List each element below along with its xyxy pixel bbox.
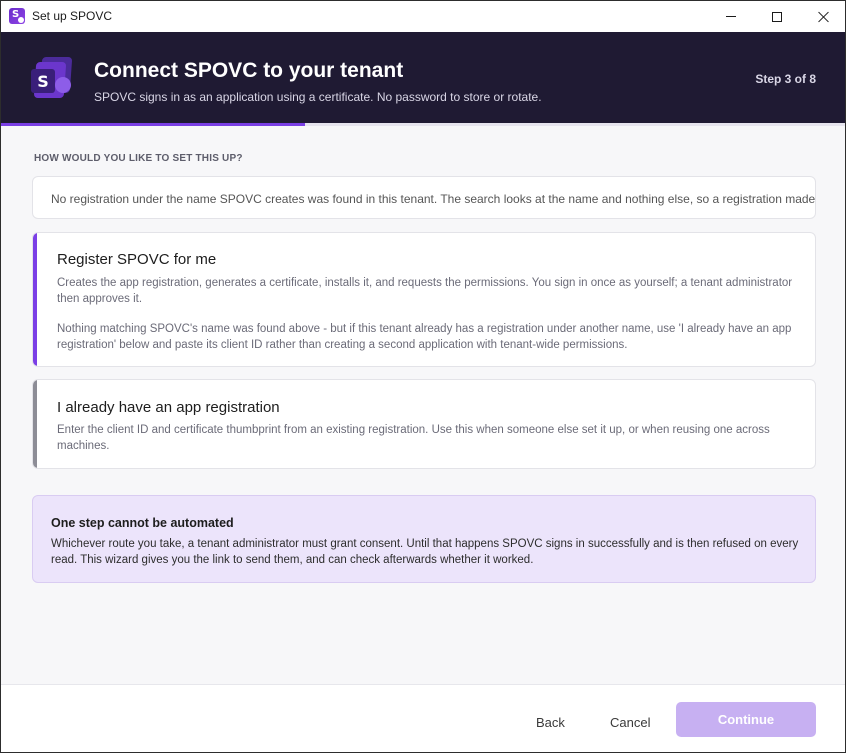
back-button[interactable]: Back	[536, 715, 565, 730]
option-note: Nothing matching SPOVC's name was found …	[57, 323, 792, 351]
search-result-text: No registration under the name SPOVC cre…	[51, 192, 816, 206]
app-icon: S	[9, 8, 25, 24]
close-icon	[818, 11, 829, 22]
page-title: Connect SPOVC to your tenant	[94, 59, 404, 82]
setup-wizard-window: S Set up SPOVC S Connect SPOVC to your t…	[0, 0, 846, 753]
option-title: I already have an app registration	[57, 399, 280, 416]
notice-body: Whichever route you take, a tenant admin…	[51, 538, 799, 566]
cancel-button[interactable]: Cancel	[610, 715, 650, 730]
title-bar: S Set up SPOVC	[1, 1, 845, 32]
close-button[interactable]	[800, 1, 845, 32]
wizard-header: S Connect SPOVC to your tenant SPOVC sig…	[1, 32, 845, 125]
option-existing-registration[interactable]: I already have an app registration Enter…	[32, 379, 816, 469]
section-label: HOW WOULD YOU LIKE TO SET THIS UP?	[34, 153, 243, 164]
option-description: Enter the client ID and certificate thum…	[57, 424, 770, 452]
wizard-footer: Back Cancel Continue	[1, 684, 845, 752]
maximize-button[interactable]	[754, 1, 800, 32]
continue-button[interactable]: Continue	[676, 702, 816, 737]
search-result-box: No registration under the name SPOVC cre…	[32, 176, 816, 219]
window-title: Set up SPOVC	[32, 9, 113, 23]
option-accent	[33, 380, 37, 468]
step-indicator: Step 3 of 8	[755, 72, 816, 86]
maximize-icon	[772, 11, 782, 22]
progress-bar	[1, 123, 845, 126]
notice-title: One step cannot be automated	[51, 516, 234, 530]
option-register-for-me[interactable]: Register SPOVC for me Creates the app re…	[32, 232, 816, 367]
consent-notice: One step cannot be automated Whichever r…	[32, 495, 816, 583]
option-title: Register SPOVC for me	[57, 251, 217, 268]
progress-bar-fill	[1, 123, 305, 126]
option-description: Creates the app registration, generates …	[57, 277, 793, 305]
selected-accent	[33, 233, 37, 366]
minimize-button[interactable]	[708, 1, 754, 32]
minimize-icon	[726, 16, 736, 17]
spovc-logo-icon: S	[31, 57, 75, 101]
page-subtitle: SPOVC signs in as an application using a…	[94, 90, 542, 104]
